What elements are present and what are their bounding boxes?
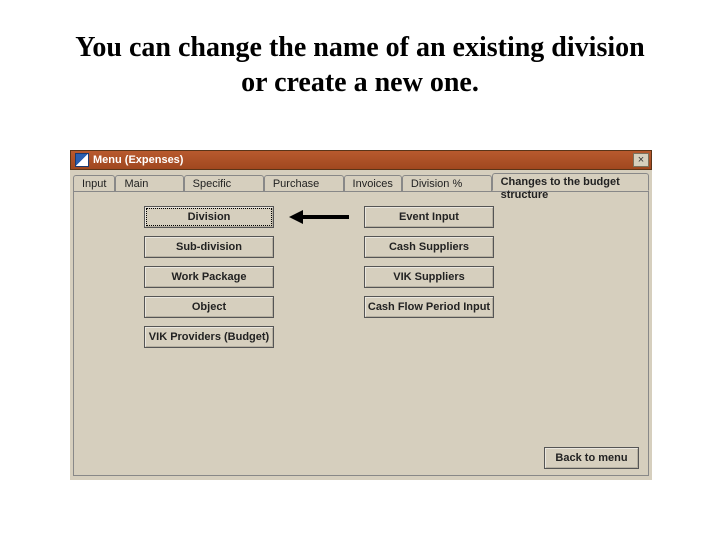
- cash-flow-period-input-button[interactable]: Cash Flow Period Input: [364, 296, 494, 318]
- vik-suppliers-button[interactable]: VIK Suppliers: [364, 266, 494, 288]
- app-icon: [75, 153, 89, 167]
- menu-expenses-window: Menu (Expenses) × Input Main reports Spe…: [70, 150, 652, 480]
- tab-changes-budget-structure[interactable]: Changes to the budget structure: [492, 173, 649, 191]
- arrow-annotation: [289, 210, 349, 224]
- arrow-line: [299, 215, 349, 219]
- tab-specific-reports[interactable]: Specific reports: [184, 175, 264, 192]
- sub-division-button[interactable]: Sub-division: [144, 236, 274, 258]
- tab-invoices[interactable]: Invoices: [344, 175, 402, 192]
- tab-main-reports[interactable]: Main reports: [115, 175, 183, 192]
- close-button[interactable]: ×: [633, 153, 649, 167]
- window-title: Menu (Expenses): [93, 154, 633, 166]
- slide-heading: You can change the name of an existing d…: [0, 0, 720, 120]
- work-package-button[interactable]: Work Package: [144, 266, 274, 288]
- tab-division-criteria[interactable]: Division % criteria: [402, 175, 492, 192]
- event-input-button[interactable]: Event Input: [364, 206, 494, 228]
- object-button[interactable]: Object: [144, 296, 274, 318]
- tab-panel: Division Sub-division Work Package Objec…: [73, 191, 649, 476]
- tabstrip: Input Main reports Specific reports Purc…: [70, 170, 652, 191]
- vik-providers-budget-button[interactable]: VIK Providers (Budget): [144, 326, 274, 348]
- slide: You can change the name of an existing d…: [0, 0, 720, 540]
- cash-suppliers-button[interactable]: Cash Suppliers: [364, 236, 494, 258]
- back-to-menu-button[interactable]: Back to menu: [544, 447, 639, 469]
- titlebar: Menu (Expenses) ×: [70, 150, 652, 170]
- division-button[interactable]: Division: [144, 206, 274, 228]
- arrow-left-icon: [289, 210, 303, 224]
- tab-input[interactable]: Input: [73, 175, 115, 192]
- tab-purchase-order[interactable]: Purchase order: [264, 175, 344, 192]
